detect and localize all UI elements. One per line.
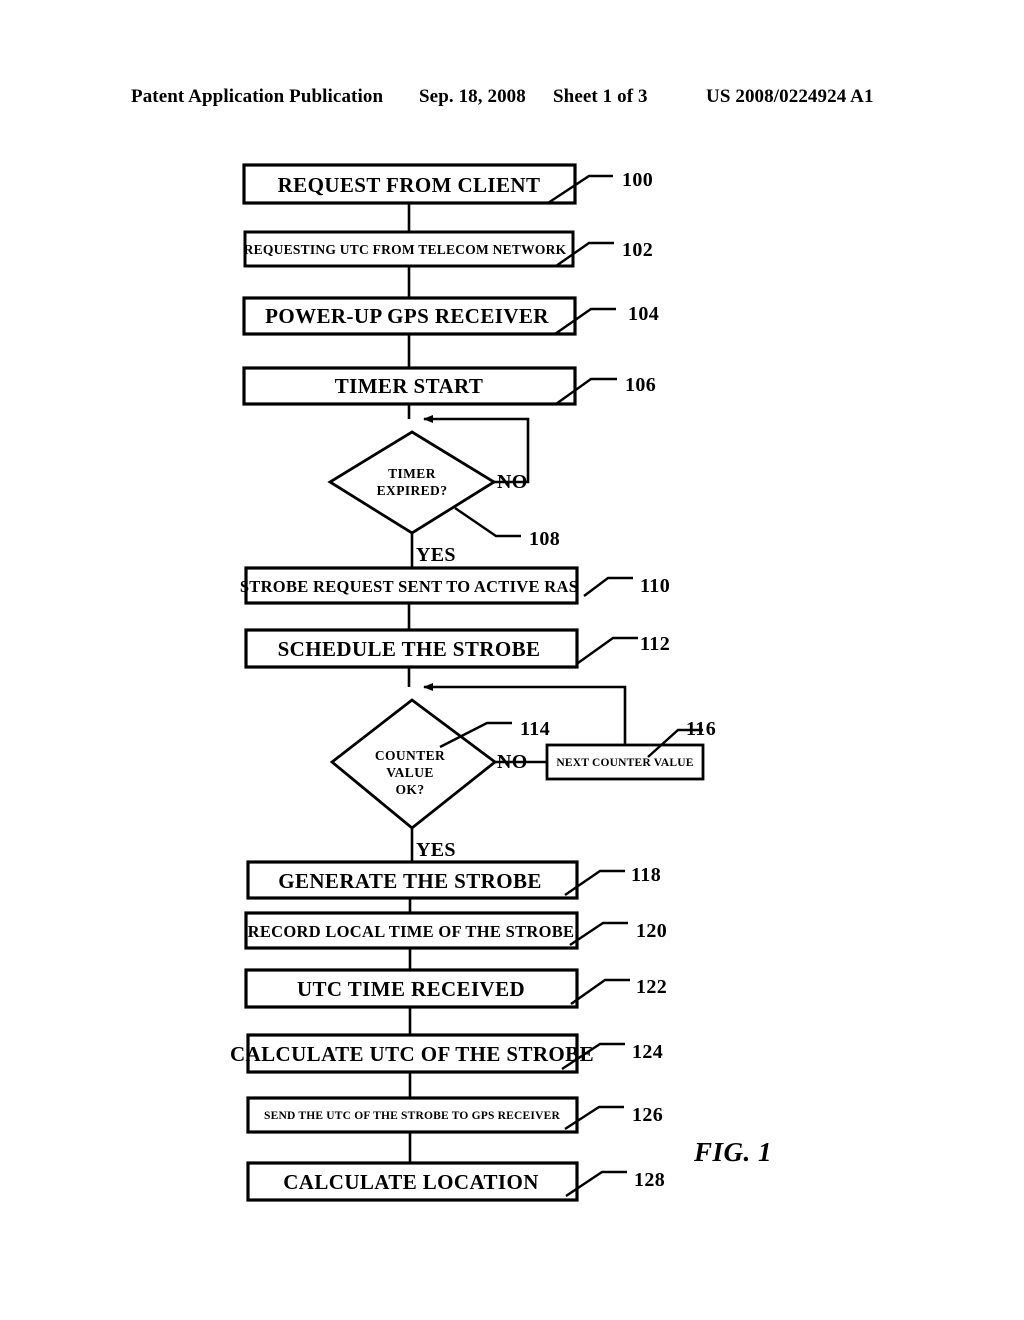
flow-step-116: NEXT COUNTER VALUE 116 [545,718,716,781]
ref-numeral-128: 128 [634,1169,665,1191]
flow-step-106: TIMER START 106 [242,366,656,406]
flow-step-120: RECORD LOCAL TIME OF THE STROBE 120 [244,911,667,950]
flow-decision-114-line1: COUNTER [375,748,445,763]
flow-step-112: SCHEDULE THE STROBE 112 [244,628,670,669]
flow-step-104: POWER-UP GPS RECEIVER 104 [242,296,659,336]
ref-numeral-122: 122 [636,976,667,998]
ref-numeral-110: 110 [640,575,670,597]
ref-numeral-126: 126 [632,1104,663,1126]
flow-step-122-label: UTC TIME RECEIVED [297,977,525,1001]
ref-numeral-124: 124 [632,1041,663,1063]
flow-step-116-label: NEXT COUNTER VALUE [556,757,693,769]
flow-step-110-label: STROBE REQUEST SENT TO ACTIVE RAS [240,577,578,596]
figure-label: FIG. 1 [693,1137,772,1167]
ref-numeral-116: 116 [686,718,716,740]
flow-step-102-label: REQUESTING UTC FROM TELECOM NETWORK [244,242,567,257]
counter-no-label: NO [497,751,528,773]
ref-numeral-112: 112 [640,633,670,655]
flow-step-128-label: CALCULATE LOCATION [283,1170,539,1194]
flow-step-100-label: REQUEST FROM CLIENT [278,173,541,197]
flow-step-110: STROBE REQUEST SENT TO ACTIVE RAS 110 [240,566,670,605]
flow-step-102: REQUESTING UTC FROM TELECOM NETWORK 102 [243,230,653,268]
ref-numeral-106: 106 [625,374,656,396]
ref-numeral-104: 104 [628,303,659,325]
flow-step-126: SEND THE UTC OF THE STROBE TO GPS RECEIV… [246,1096,663,1134]
flow-step-118: GENERATE THE STROBE 118 [246,860,661,900]
flow-step-106-label: TIMER START [335,374,484,398]
ref-numeral-102: 102 [622,239,653,261]
flow-decision-108-line1: TIMER [388,466,436,481]
ref-numeral-120: 120 [636,920,667,942]
flow-step-120-label: RECORD LOCAL TIME OF THE STROBE [248,922,575,941]
flow-step-128: CALCULATE LOCATION 128 [246,1161,665,1202]
ref-numeral-118: 118 [631,864,661,886]
flow-decision-108-line2: EXPIRED? [377,483,448,498]
ref-numeral-114: 114 [520,718,550,740]
flow-decision-114-line2: VALUE [386,765,434,780]
counter-no-branch: NO [495,751,547,773]
flow-decision-114-line3: OK? [396,782,425,797]
flow-step-126-label: SEND THE UTC OF THE STROBE TO GPS RECEIV… [264,1110,560,1122]
timer-yes-label: YES [416,544,456,566]
flow-step-112-label: SCHEDULE THE STROBE [278,637,541,661]
flowchart-figure: REQUEST FROM CLIENT 100 REQUESTING UTC F… [230,163,772,1202]
counter-yes-label: YES [416,839,456,861]
flow-step-124-label: CALCULATE UTC OF THE STROBE [230,1042,594,1066]
flow-step-100: REQUEST FROM CLIENT 100 [242,163,653,205]
ref-numeral-100: 100 [622,169,653,191]
flow-step-122: UTC TIME RECEIVED 122 [244,968,667,1009]
ref-numeral-108: 108 [529,528,560,550]
patent-page: Patent Application Publication Sep. 18, … [0,0,1024,1320]
flow-step-104-label: POWER-UP GPS RECEIVER [265,304,549,328]
flow-step-118-label: GENERATE THE STROBE [278,869,542,893]
timer-no-label: NO [497,471,528,493]
flow-step-124: CALCULATE UTC OF THE STROBE 124 [230,1033,663,1074]
